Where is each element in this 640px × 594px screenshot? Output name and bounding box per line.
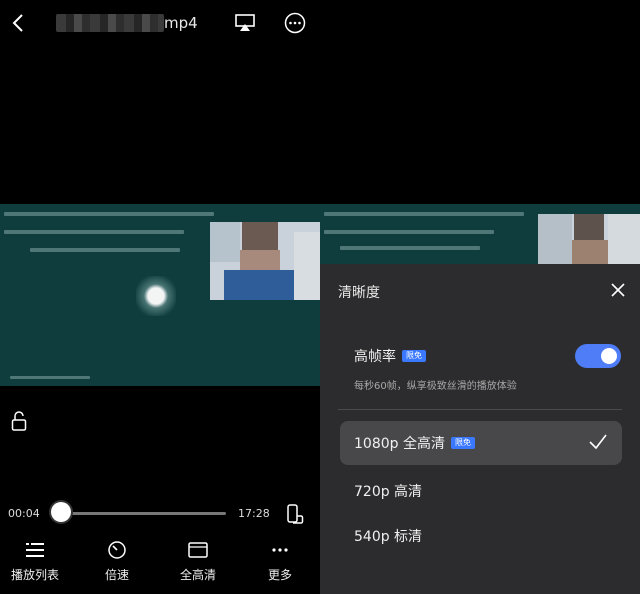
title-suffix: mp4 — [164, 14, 198, 32]
cursor-highlight — [136, 276, 176, 316]
more-icon — [272, 548, 288, 552]
playlist-label: 播放列表 — [10, 568, 59, 582]
quality-option-label: 720p 高清 — [354, 484, 423, 500]
checkmark-icon — [589, 434, 607, 450]
quality-option-540p[interactable]: 540p 标清 — [340, 514, 622, 558]
more-button[interactable]: 更多 — [245, 540, 315, 583]
webcam-overlay — [538, 214, 640, 268]
free-badge: 限免 — [450, 437, 475, 449]
quality-icon — [188, 542, 208, 558]
speed-button[interactable]: 倍速 — [82, 540, 152, 583]
quality-panel: 清晰度 高帧率 限免 每秒60帧，纵享极致丝滑的播放体验 1080p 全高清 限… — [320, 264, 640, 594]
high-frame-rate-description: 每秒60帧，纵享极致丝滑的播放体验 — [354, 381, 517, 392]
panel-title: 清晰度 — [338, 285, 380, 301]
playlist-button[interactable]: 播放列表 — [0, 540, 70, 583]
progress-knob[interactable] — [50, 502, 71, 522]
free-badge: 限免 — [402, 350, 426, 362]
high-frame-rate-row: 高帧率 限免 — [354, 346, 426, 366]
quality-button[interactable]: 全高清 — [163, 540, 233, 583]
divider — [338, 409, 622, 410]
quality-label: 全高清 — [179, 568, 216, 582]
quality-option-label: 1080p 全高清 — [354, 436, 445, 452]
playlist-icon — [26, 543, 44, 557]
progress-bar[interactable] — [60, 512, 226, 515]
rotate-icon[interactable] — [286, 503, 304, 525]
speed-label: 倍速 — [104, 568, 129, 582]
back-icon[interactable] — [8, 10, 30, 36]
bottom-toolbar: 播放列表 倍速 全高清 更多 — [0, 540, 320, 594]
close-icon[interactable] — [610, 282, 626, 298]
high-frame-rate-label: 高帧率 — [354, 349, 396, 365]
airplay-icon[interactable] — [234, 12, 256, 34]
video-title: mp4 — [56, 12, 198, 34]
speed-icon — [108, 541, 126, 559]
lock-icon[interactable] — [10, 410, 28, 432]
quality-option-720p[interactable]: 720p 高清 — [340, 469, 622, 513]
webcam-overlay — [210, 222, 320, 300]
more-label: 更多 — [267, 568, 292, 582]
current-time: 00:04 — [8, 507, 40, 520]
more-icon[interactable] — [284, 12, 306, 34]
high-frame-rate-toggle[interactable] — [575, 344, 621, 368]
top-bar: mp4 — [0, 0, 640, 48]
title-redacted — [56, 14, 164, 32]
toggle-knob — [601, 348, 617, 364]
total-time: 17:28 — [238, 507, 270, 520]
quality-option-1080p[interactable]: 1080p 全高清 限免 — [340, 421, 622, 465]
quality-option-label: 540p 标清 — [354, 529, 423, 545]
